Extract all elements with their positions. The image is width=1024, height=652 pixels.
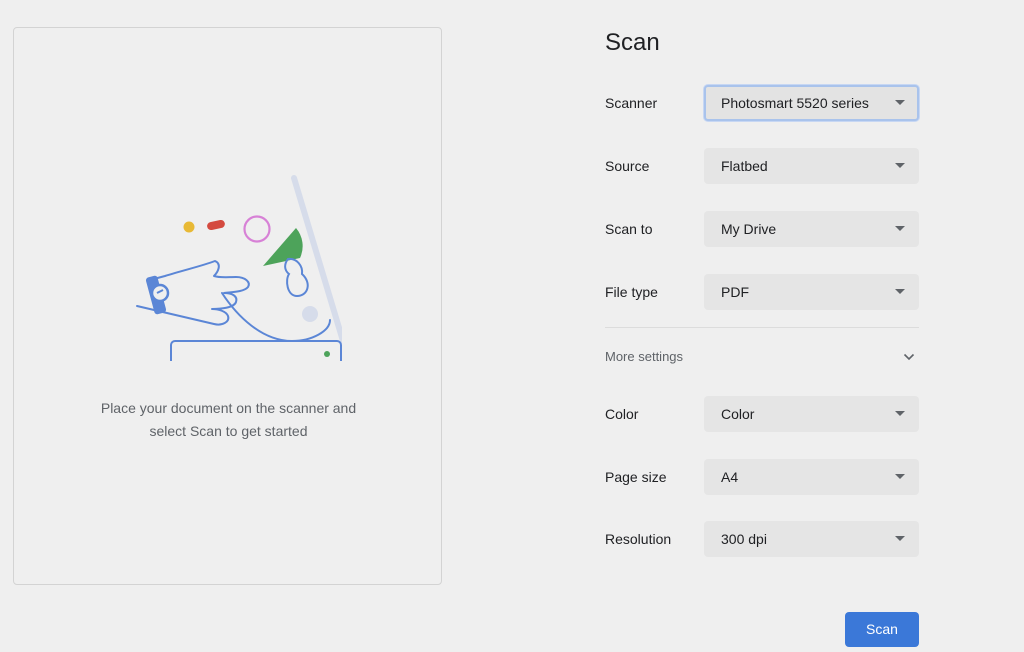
scan-to-label: Scan to <box>605 221 653 237</box>
caret-down-icon <box>895 100 905 105</box>
setting-row-file-type: File type PDF <box>605 274 919 310</box>
page-size-label: Page size <box>605 469 667 485</box>
scan-settings-panel: Scan Scanner Photosmart 5520 series Sour… <box>605 0 925 652</box>
page-size-select[interactable]: A4 <box>704 459 919 495</box>
more-settings-label: More settings <box>605 349 684 364</box>
setting-row-page-size: Page size A4 <box>605 459 919 495</box>
scan-button[interactable]: Scan <box>845 612 919 647</box>
scan-to-select-value: My Drive <box>721 221 777 237</box>
scan-to-select[interactable]: My Drive <box>704 211 919 247</box>
scanner-select-value: Photosmart 5520 series <box>721 95 869 111</box>
chevron-down-icon <box>903 353 915 361</box>
page-size-select-value: A4 <box>721 469 739 485</box>
caret-down-icon <box>895 163 905 168</box>
hint-line-2: select Scan to get started <box>149 423 308 439</box>
scan-preview-area: Place your document on the scanner and s… <box>13 27 442 585</box>
color-label: Color <box>605 406 639 422</box>
source-label: Source <box>605 158 650 174</box>
hint-line-1: Place your document on the scanner and <box>100 400 357 416</box>
setting-row-source: Source Flatbed <box>605 148 919 184</box>
file-type-select[interactable]: PDF <box>704 274 919 310</box>
more-settings-toggle[interactable]: More settings <box>605 341 919 373</box>
caret-down-icon <box>895 474 905 479</box>
file-type-label: File type <box>605 284 658 300</box>
caret-down-icon <box>895 536 905 541</box>
color-select[interactable]: Color <box>704 396 919 432</box>
setting-row-resolution: Resolution 300 dpi <box>605 521 919 557</box>
page-title: Scan <box>605 29 660 56</box>
preview-hint-text: Place your document on the scanner and s… <box>14 397 443 443</box>
settings-divider <box>605 327 919 328</box>
scanner-illustration <box>136 175 342 361</box>
scanner-select[interactable]: Photosmart 5520 series <box>704 85 919 121</box>
setting-row-scan-to: Scan to My Drive <box>605 211 919 247</box>
resolution-label: Resolution <box>605 531 672 547</box>
setting-row-color: Color Color <box>605 396 919 432</box>
file-type-select-value: PDF <box>721 284 749 300</box>
source-select-value: Flatbed <box>721 158 768 174</box>
caret-down-icon <box>895 289 905 294</box>
source-select[interactable]: Flatbed <box>704 148 919 184</box>
scanner-label: Scanner <box>605 95 658 111</box>
caret-down-icon <box>895 226 905 231</box>
setting-row-scanner: Scanner Photosmart 5520 series <box>605 85 919 121</box>
resolution-select[interactable]: 300 dpi <box>704 521 919 557</box>
color-select-value: Color <box>721 406 755 422</box>
caret-down-icon <box>895 411 905 416</box>
resolution-select-value: 300 dpi <box>721 531 767 547</box>
